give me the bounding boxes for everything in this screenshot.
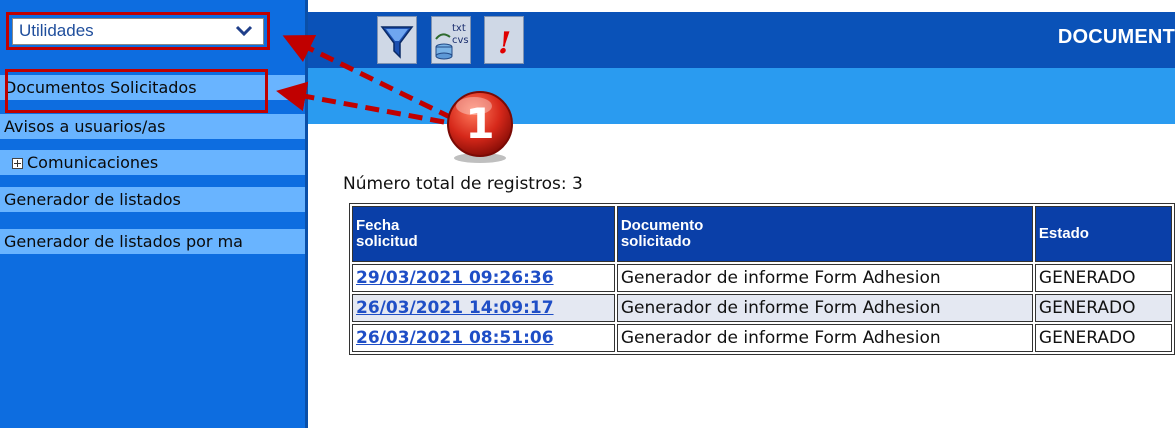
date-link[interactable]: 26/03/2021 08:51:06 <box>356 328 554 348</box>
sidebar-item-avisos[interactable]: Avisos a usuarios/as <box>0 114 305 139</box>
table-cell-date[interactable]: 29/03/2021 09:26:36 <box>352 264 615 292</box>
date-link[interactable]: 26/03/2021 14:09:17 <box>356 298 554 318</box>
svg-text:cvs: cvs <box>452 35 469 46</box>
sidebar-item-comunicaciones[interactable]: Comunicaciones <box>0 150 305 175</box>
sidebar-item-label: Comunicaciones <box>27 153 159 172</box>
step-number-badge: 1 <box>447 91 513 163</box>
alert-icon: ! <box>498 26 511 61</box>
table-cell-status: GENERADO <box>1034 294 1172 322</box>
svg-text:!: ! <box>498 26 511 61</box>
export-txt-cvs-icon: txt cvs <box>435 23 469 60</box>
page-title: DOCUMENT <box>1057 26 1175 48</box>
sidebar-item-label: Generador de listados <box>4 190 181 209</box>
table-cell-document: Generador de informe Form Adhesion <box>616 324 1033 352</box>
sidebar-item-label: Generador de listados por ma <box>4 232 243 251</box>
sidebar-item-label: Avisos a usuarios/as <box>4 117 166 136</box>
export-txt-cvs-button[interactable]: txt cvs <box>431 16 471 64</box>
table-cell-date[interactable]: 26/03/2021 14:09:17 <box>352 294 615 322</box>
sidebar <box>0 0 305 428</box>
table-cell-status: GENERADO <box>1034 324 1172 352</box>
highlight-box-menu-item <box>5 69 268 113</box>
table-cell-document: Generador de informe Form Adhesion <box>616 294 1033 322</box>
table-header-row: Fecha solicitud Documento solicitado Est… <box>352 206 1172 262</box>
total-records-label: Número total de registros: 3 <box>343 174 583 194</box>
table-cell-document: Generador de informe Form Adhesion <box>616 264 1033 292</box>
svg-text:txt: txt <box>452 23 466 34</box>
column-header-estado[interactable]: Estado <box>1034 206 1172 262</box>
documents-table: Fecha solicitud Documento solicitado Est… <box>349 203 1175 355</box>
date-link[interactable]: 29/03/2021 09:26:36 <box>356 268 554 288</box>
filter-icon <box>380 26 414 59</box>
header-subbar <box>308 68 1175 124</box>
expand-plus-icon[interactable] <box>12 158 23 169</box>
table-cell-status: GENERADO <box>1034 264 1172 292</box>
filter-button[interactable] <box>377 16 417 64</box>
header-top-strip <box>308 0 1175 12</box>
column-header-documento[interactable]: Documento solicitado <box>616 206 1033 262</box>
svg-text:1: 1 <box>465 99 494 148</box>
highlight-box-dropdown <box>6 12 270 50</box>
sidebar-item-generador-listados[interactable]: Generador de listados <box>0 187 305 212</box>
table-row: 26/03/2021 08:51:06 Generador de informe… <box>352 324 1172 352</box>
table-row: 26/03/2021 14:09:17 Generador de informe… <box>352 294 1172 322</box>
sidebar-item-generador-listados-por-ma[interactable]: Generador de listados por ma <box>0 229 305 254</box>
table-row: 29/03/2021 09:26:36 Generador de informe… <box>352 264 1172 292</box>
table-cell-date[interactable]: 26/03/2021 08:51:06 <box>352 324 615 352</box>
alert-button[interactable]: ! <box>484 16 524 64</box>
column-header-fecha[interactable]: Fecha solicitud <box>352 206 615 262</box>
